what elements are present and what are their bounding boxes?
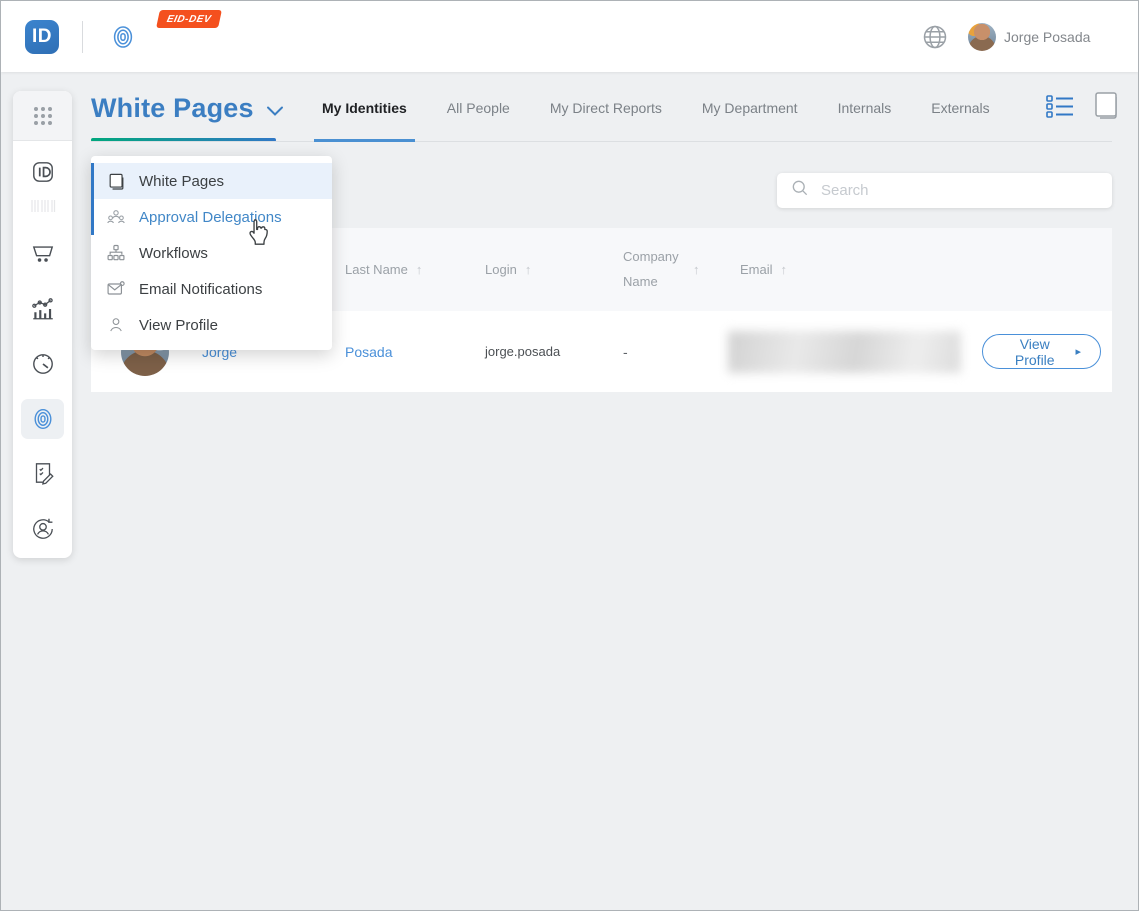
- cell-actions: View Profile ▸: [982, 311, 1112, 392]
- tab-all-people[interactable]: All People: [439, 73, 518, 142]
- page-title-dropdown-trigger[interactable]: White Pages: [91, 93, 284, 124]
- analytics-icon[interactable]: [13, 289, 72, 329]
- cell-last-name: Posada: [345, 311, 485, 392]
- pages-icon: [106, 172, 126, 191]
- app-window: ID EID-DEV Jorge Posada: [0, 0, 1139, 911]
- cell-email: [740, 311, 982, 392]
- tab-my-department[interactable]: My Department: [694, 73, 806, 142]
- card-view-icon[interactable]: [1093, 91, 1121, 121]
- chevron-down-icon: [266, 93, 284, 124]
- topbar: ID EID-DEV Jorge Posada: [1, 1, 1138, 72]
- person-history-icon[interactable]: [13, 509, 72, 549]
- menu-item-approval-delegations[interactable]: Approval Delegations: [91, 199, 332, 235]
- topbar-divider: [82, 21, 83, 53]
- tab-externals[interactable]: Externals: [923, 73, 997, 142]
- list-view-icon[interactable]: [1045, 93, 1075, 119]
- cell-company-name: -: [623, 311, 740, 392]
- sort-arrow-icon[interactable]: ↑: [525, 262, 532, 277]
- tab-my-identities[interactable]: My Identities: [314, 73, 415, 142]
- cart-icon[interactable]: [13, 233, 72, 273]
- menu-item-view-profile[interactable]: View Profile: [91, 307, 332, 343]
- search-input[interactable]: [821, 182, 1112, 199]
- last-name-link[interactable]: Posada: [345, 344, 392, 360]
- menu-item-workflows[interactable]: Workflows: [91, 235, 332, 271]
- people-group-icon: [106, 207, 126, 227]
- header-last-name[interactable]: Last Name ↑: [345, 228, 485, 311]
- user-name[interactable]: Jorge Posada: [1004, 29, 1090, 45]
- sort-arrow-icon[interactable]: ↑: [416, 262, 423, 277]
- search-bar: [777, 173, 1112, 208]
- sort-arrow-icon[interactable]: ↑: [693, 262, 700, 277]
- globe-icon[interactable]: [921, 23, 949, 51]
- environment-badge: EID-DEV: [156, 10, 222, 28]
- workflow-icon: [106, 243, 126, 263]
- header-actions: [982, 228, 1112, 311]
- view-profile-button[interactable]: View Profile ▸: [982, 334, 1101, 369]
- document-edit-icon[interactable]: [13, 453, 72, 493]
- menu-item-email-notifications[interactable]: Email Notifications: [91, 271, 332, 307]
- sidebar: [13, 91, 72, 558]
- page-title: White Pages: [91, 93, 254, 124]
- user-avatar[interactable]: [968, 23, 996, 51]
- app-logo[interactable]: ID: [25, 20, 59, 54]
- header-company-name[interactable]: Company Name ↑: [623, 228, 740, 311]
- search-icon: [790, 178, 810, 203]
- redacted-email-blur: [728, 331, 961, 373]
- tab-internals[interactable]: Internals: [830, 73, 900, 142]
- fingerprint-icon[interactable]: [21, 399, 64, 439]
- tab-bar: My Identities All People My Direct Repor…: [314, 73, 998, 142]
- view-toggles: [1045, 91, 1121, 121]
- menu-item-white-pages[interactable]: White Pages: [91, 163, 332, 199]
- apps-grid-icon[interactable]: [13, 91, 72, 141]
- person-icon: [106, 316, 126, 334]
- page-switcher-menu: White Pages Approval Delegations: [91, 156, 332, 350]
- cell-login: jorge.posada: [485, 311, 623, 392]
- header-login[interactable]: Login ↑: [485, 228, 623, 311]
- gauge-icon[interactable]: [13, 344, 72, 384]
- fingerprint-icon[interactable]: [109, 23, 137, 51]
- barcode-icon[interactable]: [13, 186, 72, 226]
- sort-arrow-icon[interactable]: ↑: [781, 262, 788, 277]
- arrow-right-icon: ▸: [1075, 345, 1081, 358]
- tab-my-direct-reports[interactable]: My Direct Reports: [542, 73, 670, 142]
- header-email[interactable]: Email ↑: [740, 228, 982, 311]
- email-notification-icon: [106, 279, 126, 299]
